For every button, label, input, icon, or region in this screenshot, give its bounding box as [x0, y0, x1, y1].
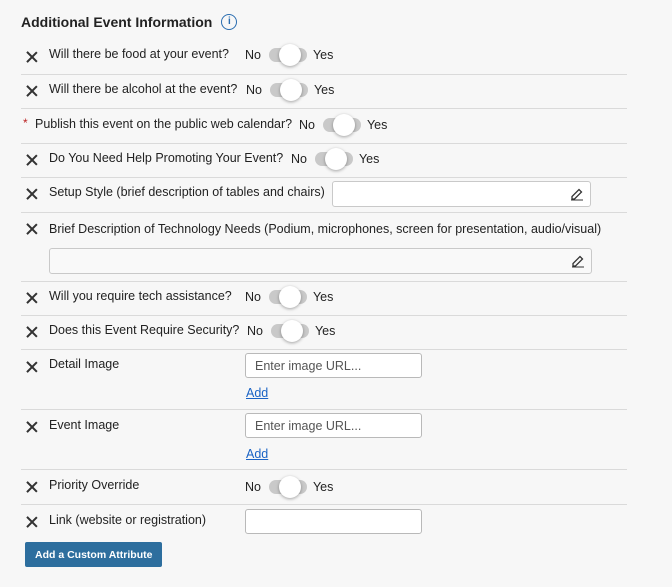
publish-label: Publish this event on the public web cal…	[35, 117, 293, 131]
remove-link-icon[interactable]	[26, 516, 38, 528]
toggle-knob	[332, 114, 355, 136]
row-link: Link (website or registration)	[21, 504, 627, 538]
priority-override-label: Priority Override	[49, 478, 140, 492]
publish-toggle[interactable]	[322, 114, 361, 136]
remove-technology-needs-icon[interactable]	[26, 223, 38, 235]
remove-detail-image-icon[interactable]	[26, 361, 38, 373]
link-input[interactable]	[245, 509, 422, 534]
detail-image-label: Detail Image	[49, 357, 120, 371]
remove-priority-override-icon[interactable]	[26, 481, 38, 493]
detail-image-url-input[interactable]	[245, 353, 422, 378]
promotion-toggle[interactable]	[314, 148, 353, 170]
row-technology-needs: Brief Description of Technology Needs (P…	[21, 212, 627, 282]
technology-needs-field[interactable]	[49, 248, 592, 274]
info-icon[interactable]: i	[221, 14, 238, 30]
priority-override-toggle[interactable]	[268, 476, 307, 498]
row-alcohol: Will there be alcohol at the event? No Y…	[21, 74, 627, 109]
security-toggle-group: No Yes	[247, 320, 336, 342]
security-toggle[interactable]	[270, 320, 309, 342]
toggle-no-label: No	[246, 83, 262, 97]
toggle-knob	[324, 148, 347, 170]
toggle-no-label: No	[247, 324, 263, 338]
toggle-no-label: No	[299, 118, 315, 132]
toggle-yes-label: Yes	[313, 83, 335, 97]
link-label: Link (website or registration)	[49, 513, 207, 527]
setup-style-field[interactable]	[332, 181, 591, 207]
toggle-yes-label: Yes	[312, 290, 334, 304]
remove-setup-style-icon[interactable]	[26, 188, 38, 200]
row-food: Will there be food at your event? No Yes	[21, 39, 627, 75]
required-marker: *	[23, 116, 28, 130]
toggle-no-label: No	[245, 290, 261, 304]
security-label: Does this Event Require Security?	[49, 323, 240, 337]
row-priority-override: Priority Override No Yes	[21, 469, 627, 505]
remove-alcohol-icon[interactable]	[26, 85, 38, 97]
row-publish: * Publish this event on the public web c…	[21, 108, 627, 144]
event-image-add-link[interactable]: Add	[246, 447, 268, 461]
remove-food-icon[interactable]	[26, 51, 38, 63]
edit-icon[interactable]	[571, 254, 585, 268]
alcohol-toggle[interactable]	[269, 79, 308, 101]
food-toggle[interactable]	[268, 44, 307, 66]
row-event-image: Event Image Add	[21, 409, 627, 470]
toggle-yes-label: Yes	[312, 480, 334, 494]
tech-assistance-toggle[interactable]	[268, 286, 307, 308]
tech-assistance-label: Will you require tech assistance?	[49, 289, 232, 303]
edit-icon[interactable]	[570, 187, 584, 201]
toggle-yes-label: Yes	[312, 48, 334, 62]
toggle-no-label: No	[245, 480, 261, 494]
toggle-yes-label: Yes	[358, 152, 380, 166]
publish-toggle-group: No Yes	[299, 114, 388, 136]
toggle-knob	[278, 44, 301, 66]
add-custom-attribute-button[interactable]: Add a Custom Attribute	[25, 542, 163, 567]
remove-event-image-icon[interactable]	[26, 421, 38, 433]
alcohol-toggle-group: No Yes	[246, 79, 335, 101]
tech-assistance-toggle-group: No Yes	[245, 286, 334, 308]
priority-override-toggle-group: No Yes	[245, 476, 334, 498]
technology-needs-label: Brief Description of Technology Needs (P…	[49, 222, 602, 236]
remove-security-icon[interactable]	[26, 326, 38, 338]
toggle-yes-label: Yes	[366, 118, 388, 132]
row-tech-assistance: Will you require tech assistance? No Yes	[21, 281, 627, 316]
promotion-toggle-group: No Yes	[291, 148, 380, 170]
toggle-no-label: No	[291, 152, 307, 166]
row-detail-image: Detail Image Add	[21, 349, 627, 410]
remove-promotion-icon[interactable]	[26, 154, 38, 166]
toggle-no-label: No	[245, 48, 261, 62]
section-title: Additional Event Information	[21, 14, 213, 30]
alcohol-label: Will there be alcohol at the event?	[49, 82, 238, 96]
food-label: Will there be food at your event?	[49, 47, 229, 61]
toggle-knob	[278, 286, 301, 308]
toggle-knob	[278, 476, 301, 498]
event-image-label: Event Image	[49, 418, 120, 432]
remove-tech-assistance-icon[interactable]	[26, 292, 38, 304]
section-header: Additional Event Information i	[21, 14, 238, 30]
event-image-url-input[interactable]	[245, 413, 422, 438]
toggle-yes-label: Yes	[314, 324, 336, 338]
toggle-knob	[279, 79, 302, 101]
detail-image-add-link[interactable]: Add	[246, 386, 268, 400]
row-setup-style: Setup Style (brief description of tables…	[21, 177, 627, 213]
promotion-label: Do You Need Help Promoting Your Event?	[49, 151, 284, 165]
food-toggle-group: No Yes	[245, 44, 334, 66]
setup-style-label: Setup Style (brief description of tables…	[49, 185, 325, 199]
toggle-knob	[280, 320, 303, 342]
row-promotion: Do You Need Help Promoting Your Event? N…	[21, 143, 627, 178]
row-security: Does this Event Require Security? No Yes	[21, 315, 627, 350]
